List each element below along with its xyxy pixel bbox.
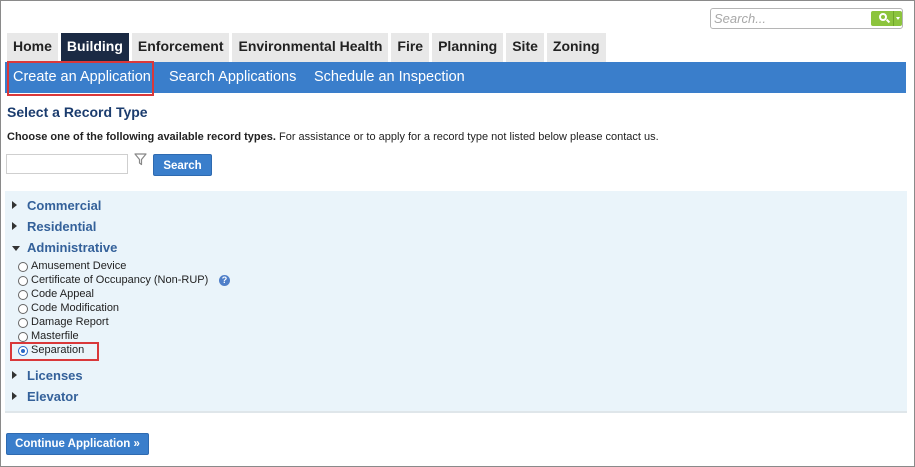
module-tabs: Home Building Enforcement Environmental …	[7, 33, 609, 62]
category-commercial[interactable]: Commercial	[12, 198, 132, 214]
global-search-button[interactable]	[871, 11, 902, 26]
category-label: Elevator	[27, 389, 79, 404]
highlight-separation	[10, 342, 99, 361]
record-code-appeal[interactable]: Code Appeal	[18, 288, 118, 302]
category-residential[interactable]: Residential	[12, 219, 132, 235]
radio-button[interactable]	[18, 318, 28, 328]
help-icon[interactable]: ?	[219, 275, 230, 286]
category-licenses[interactable]: Licenses	[12, 368, 112, 384]
tab-building[interactable]: Building	[60, 33, 129, 62]
instructions-bold: Choose one of the following available re…	[7, 131, 276, 143]
expand-arrow-icon	[12, 201, 17, 209]
tab-environmental-health[interactable]: Environmental Health	[232, 33, 389, 62]
tab-fire[interactable]: Fire	[391, 33, 430, 62]
record-amusement-device[interactable]: Amusement Device	[18, 260, 148, 274]
record-label: Masterfile	[31, 330, 79, 342]
category-label: Licenses	[27, 368, 83, 383]
record-damage-report[interactable]: Damage Report	[18, 316, 128, 330]
tab-enforcement[interactable]: Enforcement	[131, 33, 230, 62]
category-label: Residential	[27, 219, 97, 234]
category-label: Administrative	[27, 240, 118, 255]
record-code-modification[interactable]: Code Modification	[18, 302, 138, 316]
radio-button[interactable]	[18, 332, 28, 342]
record-label: Code Appeal	[31, 288, 94, 300]
expand-arrow-icon	[12, 392, 17, 400]
filter-icon[interactable]	[134, 153, 147, 166]
tab-site[interactable]: Site	[506, 33, 544, 62]
highlight-create-application	[7, 61, 154, 96]
category-administrative[interactable]: Administrative	[12, 240, 132, 256]
page-title: Select a Record Type	[7, 104, 148, 120]
instructions-rest: For assistance or to apply for a record …	[275, 131, 659, 143]
global-search	[710, 8, 903, 29]
radio-button[interactable]	[18, 304, 28, 314]
search-applications-link[interactable]: Search Applications	[169, 62, 296, 93]
tab-home[interactable]: Home	[7, 33, 58, 62]
record-label: Code Modification	[31, 302, 120, 314]
collapse-arrow-icon	[12, 246, 20, 251]
category-elevator[interactable]: Elevator	[12, 389, 112, 405]
expand-arrow-icon	[12, 222, 17, 230]
record-certificate-of-occupancy[interactable]: Certificate of Occupancy (Non-RUP) ?	[18, 274, 238, 288]
expand-arrow-icon	[12, 371, 17, 379]
instructions: Choose one of the following available re…	[7, 131, 659, 143]
radio-button[interactable]	[18, 276, 28, 286]
category-label: Commercial	[27, 198, 102, 213]
record-label: Damage Report	[31, 316, 109, 328]
tab-zoning[interactable]: Zoning	[546, 33, 606, 62]
search-button[interactable]: Search	[153, 154, 212, 176]
chevron-down-icon[interactable]	[896, 17, 900, 20]
global-search-input[interactable]	[714, 10, 864, 27]
record-type-search-input[interactable]	[6, 154, 128, 174]
continue-application-button[interactable]: Continue Application »	[6, 433, 149, 455]
radio-button[interactable]	[18, 262, 28, 272]
record-label: Amusement Device	[31, 260, 127, 272]
schedule-inspection-link[interactable]: Schedule an Inspection	[314, 62, 465, 93]
radio-button[interactable]	[18, 290, 28, 300]
tab-planning[interactable]: Planning	[432, 33, 504, 62]
record-type-list: Commercial Residential Administrative Am…	[5, 191, 907, 413]
record-label: Certificate of Occupancy (Non-RUP)	[31, 274, 209, 286]
